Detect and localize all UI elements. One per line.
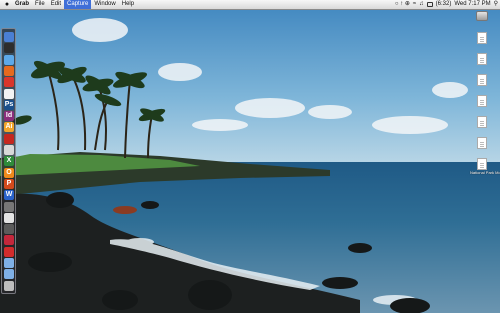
acrobat-icon[interactable] (4, 133, 14, 144)
indesign-icon[interactable]: Id (4, 111, 14, 122)
app-menu-grab[interactable]: Grab (12, 0, 32, 9)
desktop-file[interactable] (470, 32, 494, 45)
apple-icon[interactable]: ● (2, 1, 12, 8)
document-icon (477, 137, 487, 149)
app-icon-4[interactable] (4, 224, 14, 235)
volume-icon[interactable]: ♫ (419, 0, 424, 9)
folder-icon-2[interactable] (4, 269, 14, 280)
menu-bar: ● Grab File Edit Capture Window Help ○ ↑… (0, 0, 500, 10)
menu-window[interactable]: Window (91, 0, 118, 9)
beach-wallpaper (0, 0, 500, 313)
drive-icon (476, 11, 488, 21)
app-icon-2[interactable] (4, 201, 14, 212)
menu-edit[interactable]: Edit (48, 0, 64, 9)
document-icon (477, 116, 487, 128)
desktop-file[interactable] (470, 53, 494, 66)
dashboard-icon[interactable] (4, 43, 14, 54)
menu-help[interactable]: Help (119, 0, 137, 9)
app-icon-3[interactable] (4, 212, 14, 223)
ical-icon[interactable] (4, 88, 14, 99)
battery-icon[interactable] (426, 2, 433, 7)
trash-icon[interactable] (4, 280, 14, 291)
desktop: ● Grab File Edit Capture Window Help ○ ↑… (0, 0, 500, 313)
folder-icon-1[interactable] (4, 258, 14, 268)
illustrator-icon[interactable]: Ai (4, 122, 14, 133)
dock: Ps Id Ai X O P W (1, 28, 16, 294)
document-icon (477, 32, 487, 44)
excel-icon[interactable]: X (4, 156, 14, 167)
outlook-icon[interactable]: O (4, 167, 14, 178)
firefox-icon[interactable] (4, 65, 14, 76)
app-icon-1[interactable] (4, 145, 14, 155)
menu-file[interactable]: File (32, 0, 48, 9)
document-icon (477, 95, 487, 107)
document-icon (477, 158, 487, 170)
photoshop-icon[interactable]: Ps (4, 99, 14, 110)
document-icon (477, 74, 487, 86)
menu-clock[interactable]: Wed 7:17 PM (454, 0, 490, 9)
battery-time: (6:32) (435, 1, 452, 7)
desktop-file[interactable] (470, 95, 494, 108)
finder-icon[interactable] (4, 32, 14, 42)
desktop-file[interactable] (470, 11, 494, 22)
app-icon-5[interactable] (4, 235, 14, 246)
menu-capture[interactable]: Capture (64, 0, 92, 9)
desktop-file[interactable] (470, 74, 494, 87)
status-icons-icon[interactable]: ○ ↑ ⊕ (395, 0, 410, 9)
desktop-file[interactable]: National Park Mouse...docx (470, 158, 500, 176)
wifi-icon[interactable]: ≈ (413, 0, 416, 9)
desktop-file[interactable] (470, 137, 494, 150)
desktop-file[interactable] (470, 116, 494, 129)
status-area: ○ ↑ ⊕ ≈ ♫ (6:32) Wed 7:17 PM ⚲ (395, 0, 500, 9)
word-icon[interactable]: W (4, 190, 14, 201)
document-icon (477, 53, 487, 65)
powerpoint-icon[interactable]: P (4, 178, 14, 189)
file-label: National Park Mouse...docx (470, 170, 500, 175)
chrome-icon[interactable] (4, 77, 14, 88)
spotlight-icon[interactable]: ⚲ (494, 0, 498, 9)
app-icon-6[interactable] (4, 246, 14, 257)
safari-icon[interactable] (4, 54, 14, 65)
